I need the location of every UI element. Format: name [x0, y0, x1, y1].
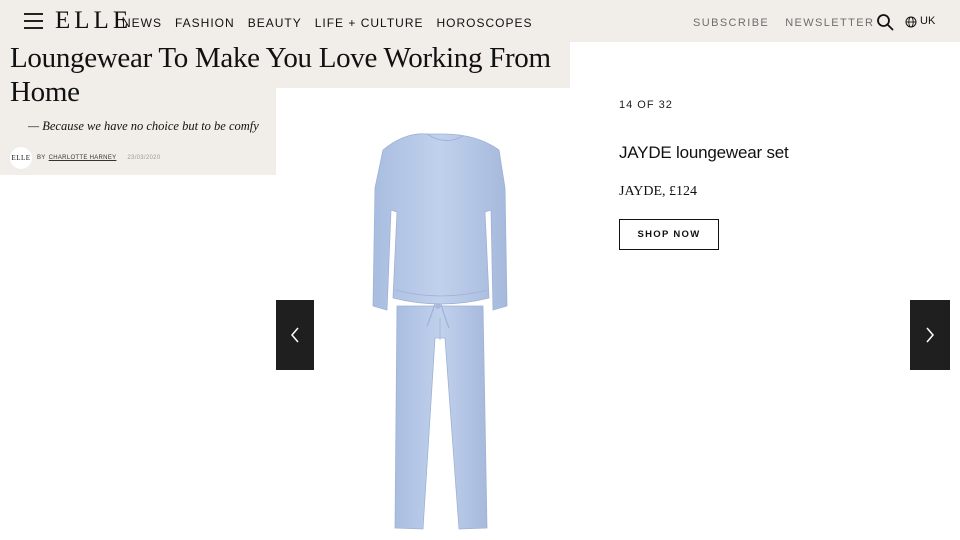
secondary-nav: SUBSCRIBE NEWSLETTER [693, 16, 874, 30]
product-name: JAYDE loungewear set [619, 143, 789, 162]
chevron-left-icon [291, 327, 299, 343]
nav-item-fashion[interactable]: FASHION [175, 16, 235, 30]
chevron-right-icon [926, 327, 934, 343]
newsletter-link[interactable]: NEWSLETTER [785, 16, 874, 30]
previous-slide-button[interactable] [276, 300, 314, 370]
next-slide-button[interactable] [910, 300, 950, 370]
shop-now-button[interactable]: SHOP NOW [619, 219, 719, 250]
publish-date: 23/03/2020 [127, 155, 161, 161]
nav-item-life-culture[interactable]: LIFE + CULTURE [315, 16, 424, 30]
region-selector[interactable]: UK [905, 15, 935, 28]
subscribe-link[interactable]: SUBSCRIBE [693, 16, 769, 30]
main-nav: NEWS FASHION BEAUTY LIFE + CULTURE HOROS… [122, 16, 533, 30]
elle-logo[interactable]: ELLE [55, 6, 132, 36]
product-price: JAYDE, £124 [619, 184, 698, 199]
author-avatar: ELLE [10, 147, 32, 169]
region-label: UK [920, 15, 936, 27]
slide-counter: 14 OF 32 [619, 99, 673, 111]
nav-item-horoscopes[interactable]: HOROSCOPES [437, 16, 533, 30]
article-standfirst: — Because we have no choice but to be co… [28, 119, 259, 133]
article-headline: Loungewear To Make You Love Working From… [10, 42, 551, 108]
globe-icon [905, 16, 917, 27]
search-icon[interactable] [876, 13, 894, 31]
author-link[interactable]: CHARLOTTE HARNEY [49, 155, 117, 161]
menu-icon[interactable] [24, 13, 43, 29]
nav-item-news[interactable]: NEWS [122, 16, 162, 30]
product-image [372, 133, 508, 530]
byline: ELLE BY CHARLOTTE HARNEY 23/03/2020 [10, 147, 160, 169]
top-navigation-bar: ELLE NEWS FASHION BEAUTY LIFE + CULTURE … [0, 0, 960, 42]
nav-item-beauty[interactable]: BEAUTY [248, 16, 302, 30]
byline-prefix: BY [37, 155, 46, 161]
